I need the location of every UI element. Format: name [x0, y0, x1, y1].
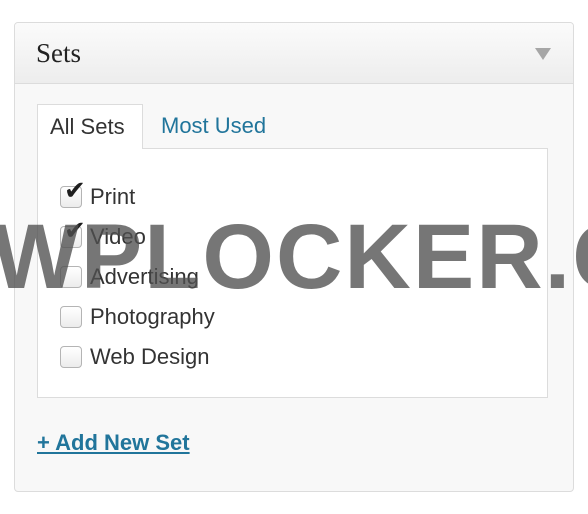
checkmark-icon: ✔ [64, 176, 86, 206]
tab-most-used[interactable]: Most Used [149, 104, 278, 149]
category-checklist: ✔ Print ✔ Video Advertising Photography [60, 177, 215, 377]
metabox-title: Sets [36, 38, 82, 68]
category-checkbox-photography[interactable] [60, 306, 82, 328]
all-sets-panel: ✔ Print ✔ Video Advertising Photography [37, 148, 548, 398]
category-checkbox-video[interactable]: ✔ [60, 218, 86, 248]
tab-all-sets[interactable]: All Sets [37, 104, 143, 149]
category-item-advertising: Advertising [60, 257, 215, 297]
triangle-down-icon[interactable] [535, 48, 551, 60]
category-checkbox-advertising[interactable] [60, 266, 82, 288]
category-item-web-design: Web Design [60, 337, 215, 377]
tab-label: All Sets [50, 114, 125, 139]
category-checkbox-web-design[interactable] [60, 346, 82, 368]
metabox-header[interactable]: Sets [15, 23, 573, 84]
tab-label: Most Used [161, 113, 267, 138]
sets-metabox: Sets All Sets Most Used ✔ Print ✔ Video [14, 22, 574, 492]
category-label[interactable]: Photography [90, 304, 215, 330]
category-label[interactable]: Advertising [90, 264, 199, 290]
category-label[interactable]: Print [90, 184, 135, 210]
checkmark-icon: ✔ [64, 216, 86, 246]
category-item-photography: Photography [60, 297, 215, 337]
category-label[interactable]: Video [90, 224, 146, 250]
category-label[interactable]: Web Design [90, 344, 209, 370]
add-new-set-link[interactable]: + Add New Set [37, 430, 190, 456]
category-item-video: ✔ Video [60, 217, 215, 257]
category-checkbox-print[interactable]: ✔ [60, 178, 86, 208]
category-item-print: ✔ Print [60, 177, 215, 217]
